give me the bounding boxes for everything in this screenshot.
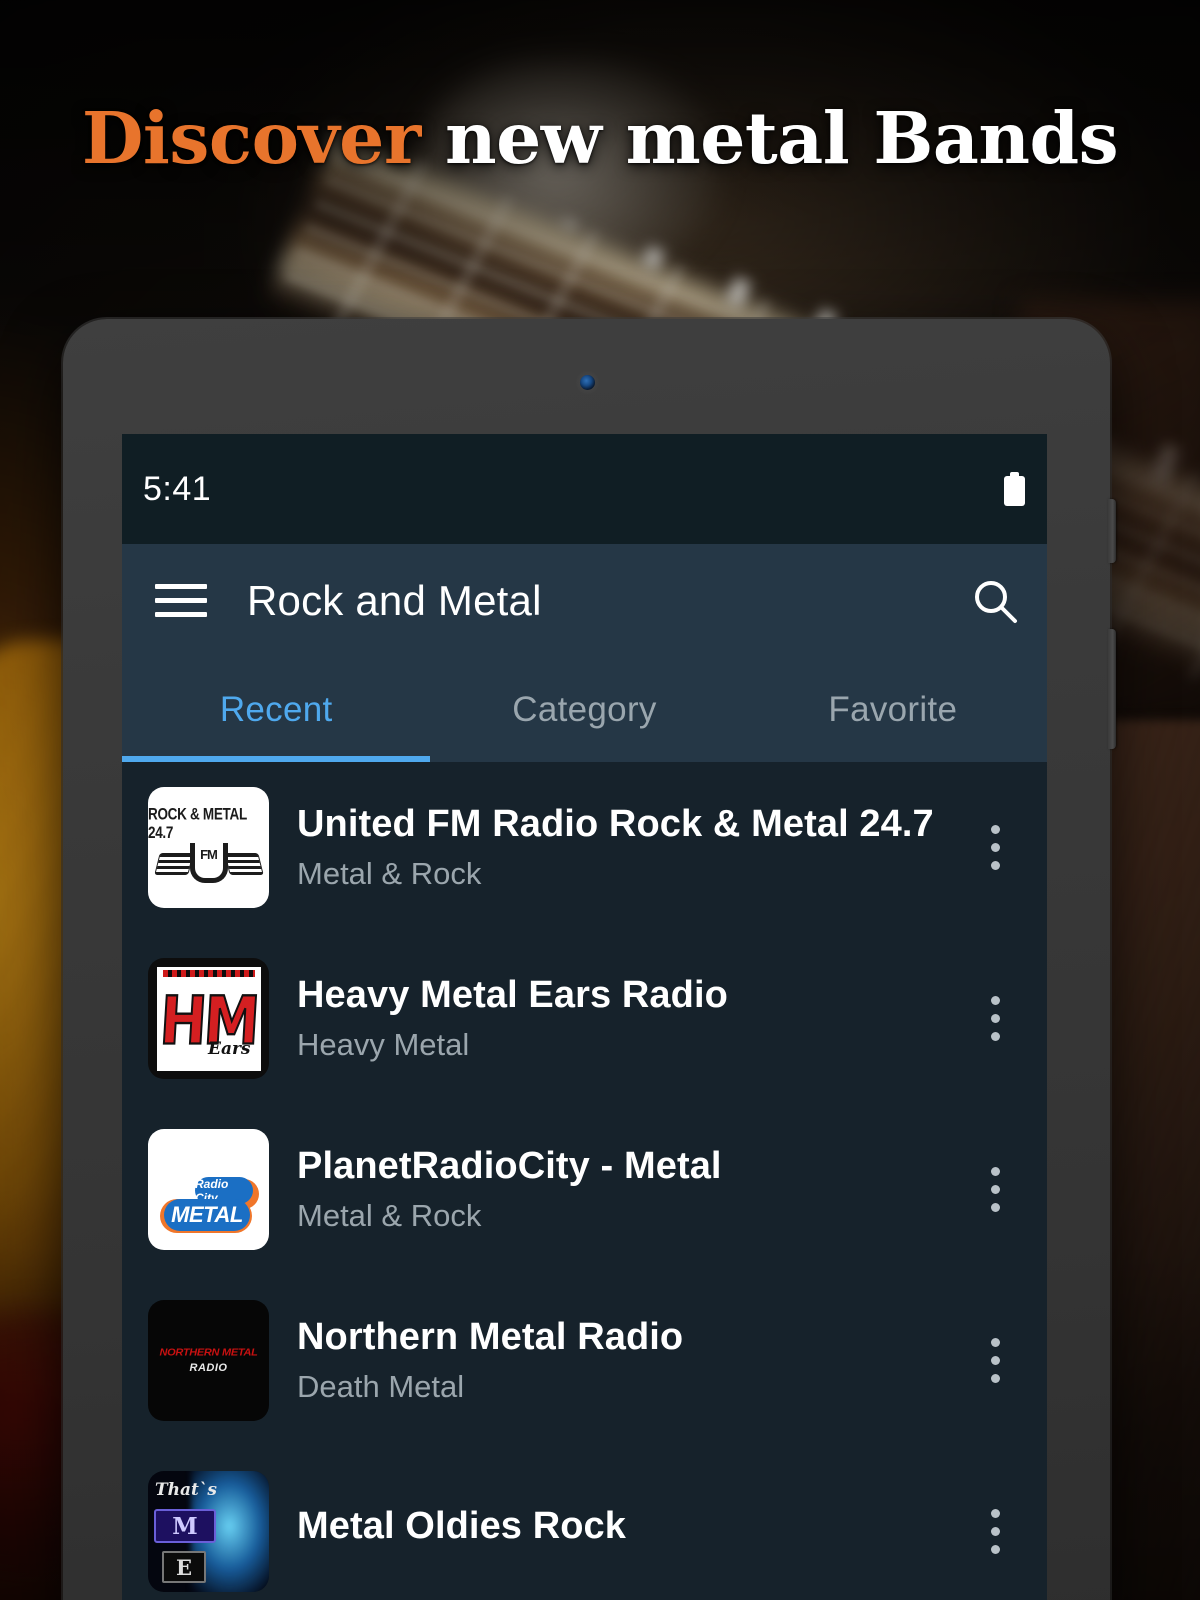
hamburger-menu-icon[interactable] <box>155 575 207 627</box>
logo-text-top: NORTHERN METAL <box>159 1347 258 1359</box>
station-genre: Heavy Metal <box>297 1027 470 1062</box>
search-icon[interactable] <box>969 575 1021 627</box>
tab-recent[interactable]: Recent <box>122 657 431 762</box>
tablet-device-frame: 5:41 Rock and Metal Recent Category Favo… <box>63 319 1116 1600</box>
northern-metal-radio-logo: NORTHERN METAL RADIO <box>148 1300 269 1421</box>
more-vertical-icon[interactable] <box>971 1167 1019 1212</box>
station-genre: Death Metal <box>297 1369 465 1404</box>
volume-button[interactable] <box>1108 499 1116 563</box>
dot-1 <box>990 1509 1000 1518</box>
menu-line-2 <box>155 598 207 603</box>
dot-1 <box>990 1167 1000 1176</box>
list-item[interactable]: NORTHERN METAL RADIO Northern Metal Radi… <box>122 1275 1047 1446</box>
dot-3 <box>990 1545 1000 1554</box>
tab-bar: Recent Category Favorite <box>122 657 1047 762</box>
station-list: ROCK & METAL 24.7 FM United FM Radio Roc… <box>122 762 1047 1600</box>
logo-text-mark: FM <box>200 847 218 862</box>
more-vertical-icon[interactable] <box>971 1509 1019 1554</box>
logo-inner-panel: HM Ears <box>156 966 261 1071</box>
station-title: United FM Radio Rock & Metal 24.7 <box>297 803 934 845</box>
logo-wings-emblem: FM <box>153 841 264 887</box>
heavy-metal-ears-logo: HM Ears <box>148 958 269 1079</box>
logo-text-main: METAL <box>171 1202 243 1227</box>
logo-text-main: M <box>172 1512 198 1540</box>
metal-oldies-rock-logo: That`s M E <box>148 1471 269 1592</box>
status-clock: 5:41 <box>143 469 212 508</box>
logo-text-sub: E <box>175 1554 192 1580</box>
station-genre: Metal & Rock <box>297 856 482 891</box>
dot-3 <box>990 1203 1000 1212</box>
station-title: Heavy Metal Ears Radio <box>297 974 728 1016</box>
united-fm-radio-logo: ROCK & METAL 24.7 FM <box>148 787 269 908</box>
dot-3 <box>990 1032 1000 1041</box>
dot-3 <box>990 861 1000 870</box>
dot-2 <box>990 843 1000 852</box>
more-vertical-icon[interactable] <box>971 1338 1019 1383</box>
logo-wing-right <box>223 853 264 875</box>
list-item-text: PlanetRadioCity - Metal Metal & Rock <box>297 1145 971 1234</box>
list-item-text: Heavy Metal Ears Radio Heavy Metal <box>297 974 971 1063</box>
logo-text-sub: Ears <box>208 1038 251 1059</box>
logo-top-strip <box>162 969 255 977</box>
planet-radio-city-metal-logo: Radio City METAL <box>148 1129 269 1250</box>
dot-1 <box>990 996 1000 1005</box>
power-button[interactable] <box>1108 629 1116 749</box>
station-genre: Metal & Rock <box>297 1198 482 1233</box>
list-item[interactable]: That`s M E Metal Oldies Rock <box>122 1446 1047 1600</box>
dot-1 <box>990 1338 1000 1347</box>
tab-favorite[interactable]: Favorite <box>739 657 1047 762</box>
list-item-text: Northern Metal Radio Death Metal <box>297 1316 971 1405</box>
tab-category[interactable]: Category <box>430 657 738 762</box>
list-item[interactable]: HM Ears Heavy Metal Ears Radio Heavy Met… <box>122 933 1047 1104</box>
logo-fm-badge: FM <box>189 843 228 883</box>
dot-3 <box>990 1374 1000 1383</box>
logo-blue-pill-bottom: METAL <box>164 1199 250 1231</box>
list-item[interactable]: ROCK & METAL 24.7 FM United FM Radio Roc… <box>122 762 1047 933</box>
battery-body <box>1004 476 1025 506</box>
device-screen: 5:41 Rock and Metal Recent Category Favo… <box>122 434 1047 1600</box>
logo-text-top: That`s <box>155 1480 217 1500</box>
list-item-text: Metal Oldies Rock <box>297 1505 971 1558</box>
dot-2 <box>990 1356 1000 1365</box>
status-bar: 5:41 <box>122 434 1047 544</box>
camera-lens-icon <box>579 375 595 390</box>
logo-letter-m-box: M <box>154 1509 216 1543</box>
headline-rest: new metal Bands <box>420 96 1119 180</box>
list-item[interactable]: Radio City METAL PlanetRadioCity - Metal… <box>122 1104 1047 1275</box>
dot-2 <box>990 1185 1000 1194</box>
dot-2 <box>990 1527 1000 1536</box>
dot-1 <box>990 825 1000 834</box>
dot-2 <box>990 1014 1000 1023</box>
page-title: Rock and Metal <box>247 576 542 624</box>
headline-accent-word: Discover <box>81 96 421 180</box>
app-bar: Rock and Metal <box>122 544 1047 657</box>
logo-wing-left <box>153 853 194 875</box>
promo-headline: Discover new metal Bands <box>0 96 1200 180</box>
battery-full-icon <box>1004 472 1025 506</box>
station-title: Northern Metal Radio <box>297 1316 684 1358</box>
more-vertical-icon[interactable] <box>971 996 1019 1041</box>
list-item-text: United FM Radio Rock & Metal 24.7 Metal … <box>297 803 971 892</box>
station-title: PlanetRadioCity - Metal <box>297 1145 722 1187</box>
menu-line-3 <box>155 612 207 617</box>
logo-letter-e-box: E <box>162 1551 206 1583</box>
station-title: Metal Oldies Rock <box>297 1505 627 1547</box>
logo-text-main: RADIO <box>189 1362 228 1374</box>
menu-line-1 <box>155 584 207 589</box>
more-vertical-icon[interactable] <box>971 825 1019 870</box>
logo-text-top: ROCK & METAL 24.7 <box>148 804 247 842</box>
